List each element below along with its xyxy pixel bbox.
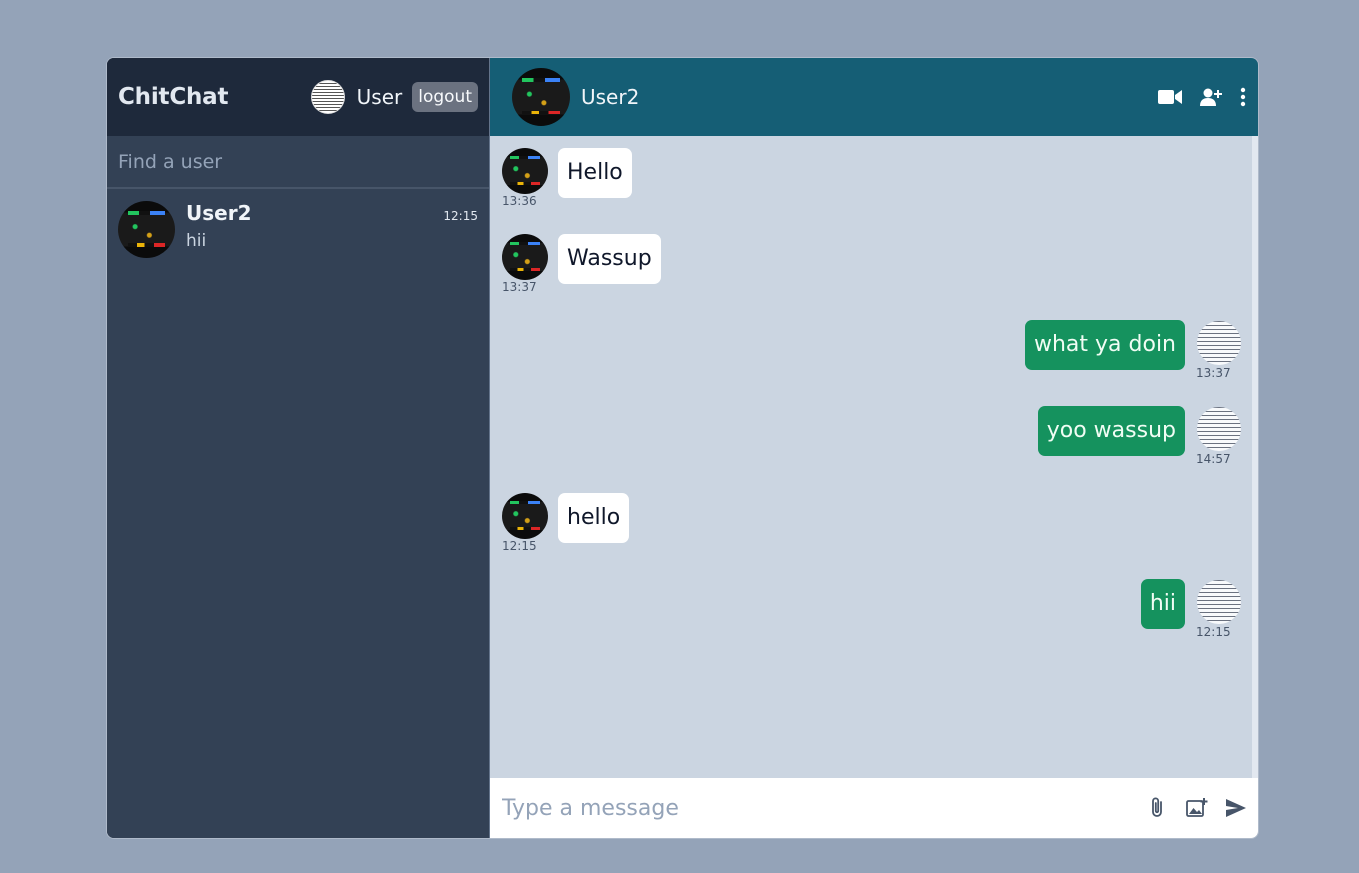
message-bubble: Hello bbox=[558, 148, 632, 198]
find-user-input[interactable] bbox=[118, 150, 478, 173]
message-time: 13:37 bbox=[1196, 366, 1231, 380]
contact-avatar bbox=[118, 201, 175, 258]
message-bubble: hii bbox=[1140, 579, 1185, 629]
message-bubble: what ya doin bbox=[1024, 320, 1185, 370]
contact-name: User2 bbox=[186, 201, 252, 225]
attach-icon[interactable] bbox=[1148, 797, 1168, 819]
message-time: 13:37 bbox=[502, 280, 537, 294]
message-time: 13:36 bbox=[502, 194, 537, 208]
chat-partner-avatar bbox=[512, 68, 570, 126]
more-vertical-icon[interactable] bbox=[1240, 87, 1246, 107]
chat-header: User2 bbox=[490, 58, 1258, 136]
message-bubble: hello bbox=[558, 493, 630, 543]
send-icon[interactable] bbox=[1226, 799, 1246, 817]
add-user-icon[interactable] bbox=[1200, 87, 1222, 107]
message-outgoing: 12:15 hii bbox=[1140, 579, 1242, 639]
current-user-avatar bbox=[310, 80, 345, 114]
message-input[interactable] bbox=[502, 795, 1148, 821]
contact-item-user2[interactable]: User2 12:15 hii bbox=[107, 189, 489, 270]
message-outgoing: 13:37 what ya doin bbox=[1024, 320, 1242, 380]
image-upload-icon[interactable] bbox=[1186, 798, 1208, 818]
message-incoming: 12:15 hello bbox=[502, 493, 630, 553]
message-bubble: Wassup bbox=[558, 234, 661, 284]
message-bubble: yoo wassup bbox=[1037, 406, 1185, 456]
app-brand: ChitChat bbox=[118, 84, 229, 110]
sidebar-header: ChitChat User logout bbox=[107, 58, 489, 136]
contact-last-message: hii bbox=[186, 231, 207, 251]
my-avatar bbox=[1196, 406, 1242, 452]
message-time: 14:57 bbox=[1196, 452, 1231, 466]
message-incoming: 13:36 Hello bbox=[502, 148, 632, 208]
contact-time: 12:15 bbox=[443, 209, 478, 223]
sender-avatar bbox=[502, 493, 548, 539]
sidebar: ChitChat User logout User2 12:15 hii bbox=[107, 58, 489, 838]
contact-info: User2 12:15 hii bbox=[186, 201, 478, 251]
my-avatar bbox=[1196, 579, 1242, 625]
sender-avatar bbox=[502, 234, 548, 280]
my-avatar bbox=[1196, 320, 1242, 366]
message-time: 12:15 bbox=[502, 539, 537, 553]
current-user-name: User bbox=[356, 85, 403, 109]
chat-app: ChitChat User logout User2 12:15 hii bbox=[107, 58, 1258, 838]
user-search bbox=[107, 136, 489, 189]
video-icon[interactable] bbox=[1158, 88, 1182, 106]
message-list: 13:36 Hello 13:37 Wassup 13:37 what ya d… bbox=[490, 136, 1258, 778]
chat-header-actions bbox=[1158, 87, 1246, 107]
logout-button[interactable]: logout bbox=[412, 82, 478, 112]
message-time: 12:15 bbox=[1196, 625, 1231, 639]
current-user-area: User logout bbox=[310, 80, 478, 114]
message-composer bbox=[490, 778, 1258, 838]
message-outgoing: 14:57 yoo wassup bbox=[1037, 406, 1242, 466]
message-incoming: 13:37 Wassup bbox=[502, 234, 661, 294]
chat-panel: User2 13:36 Hello 13:37 Wassup 13:37 wha… bbox=[489, 58, 1258, 838]
chat-partner-name: User2 bbox=[581, 85, 640, 109]
composer-actions bbox=[1148, 797, 1246, 819]
sender-avatar bbox=[502, 148, 548, 194]
